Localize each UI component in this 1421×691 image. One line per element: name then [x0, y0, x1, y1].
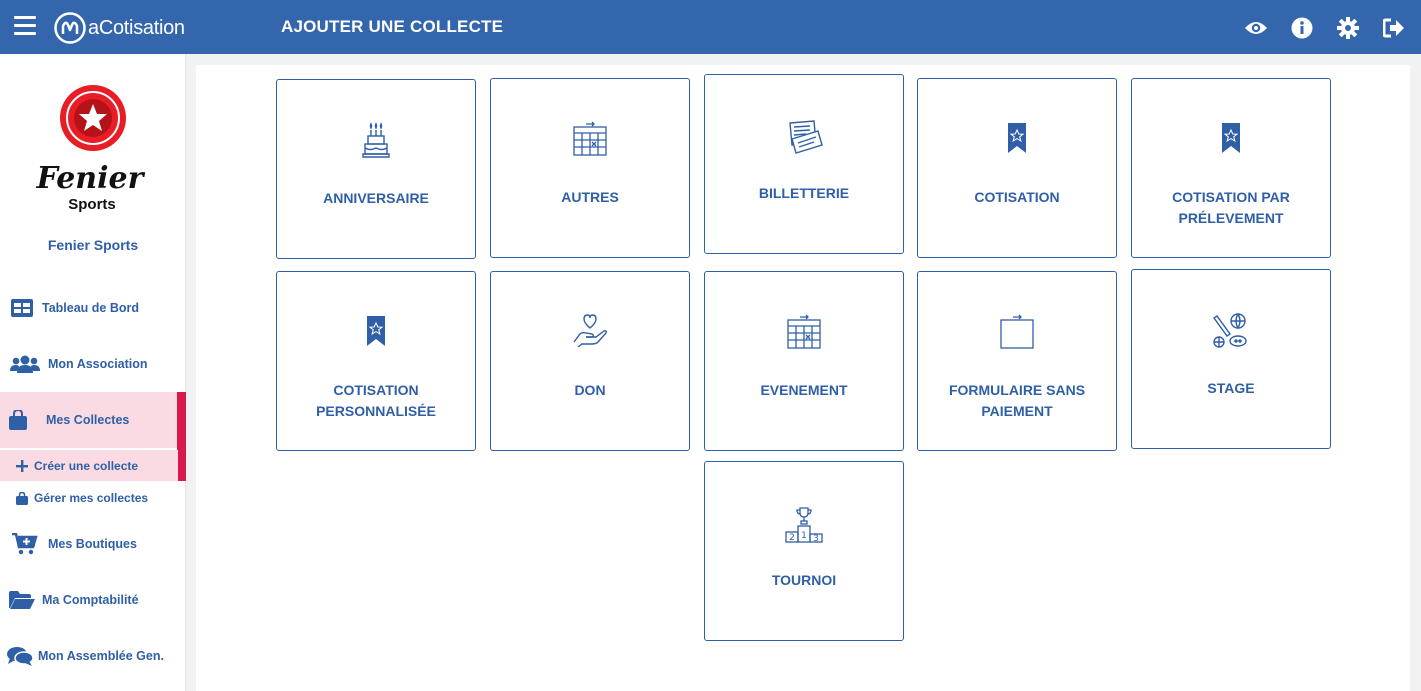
card-label: TOURNOI [771, 572, 837, 588]
svg-text:2: 2 [789, 533, 795, 543]
sidebar-subitem-create[interactable]: Créer une collecte [0, 450, 178, 481]
main-panel: ANNIVERSAIRE AUTRES BILLETTERIE COTISATI… [196, 65, 1410, 691]
dashboard-icon [2, 299, 42, 317]
sidebar-subitem-manage[interactable]: Gérer mes collectes [0, 483, 178, 513]
sidebar-item-label: Mes Collectes [46, 413, 130, 427]
blank-form-icon [918, 314, 1116, 350]
card-label: COTISATION PAR PRÉLEVEMENT [1172, 189, 1290, 226]
sidebar-item-association[interactable]: Mon Association [0, 336, 186, 392]
folder-icon [2, 591, 42, 609]
ticket-icon [705, 117, 903, 157]
sidebar-subitem-label: Créer une collecte [34, 458, 139, 473]
sidebar-item-assemblee[interactable]: Mon Assemblée Gen. [0, 628, 186, 684]
ribbon-star-icon [277, 314, 475, 348]
card-autres[interactable]: AUTRES [490, 78, 690, 258]
card-tournoi[interactable]: 1 2 3 TOURNOI [704, 461, 904, 641]
card-formulaire-sans-paiement[interactable]: FORMULAIRE SANS PAIEMENT [917, 271, 1117, 451]
card-label: EVENEMENT [760, 382, 848, 398]
top-bar: aCotisation AJOUTER UNE COLLECTE [0, 0, 1421, 54]
ribbon-star-icon [1132, 121, 1330, 155]
sidebar-item-label: Mes Boutiques [48, 537, 137, 551]
svg-text:3: 3 [813, 534, 819, 544]
card-label: DON [574, 382, 606, 398]
club-logo: Fenier Sports [30, 84, 154, 214]
card-cotisation-prelevement[interactable]: COTISATION PAR PRÉLEVEMENT [1131, 78, 1331, 258]
svg-text:Sports: Sports [68, 196, 116, 213]
sidebar-item-label: Ma Comptabilité [42, 593, 139, 607]
sidebar: Fenier Sports Fenier Sports Tableau de B… [0, 54, 186, 691]
cake-icon [277, 122, 475, 158]
club-name: Fenier Sports [47, 237, 139, 253]
podium-icon: 1 2 3 [705, 504, 903, 544]
bag-icon [14, 491, 30, 505]
sidebar-item-label: Tableau de Bord [42, 301, 140, 315]
card-label: ANNIVERSAIRE [323, 190, 429, 206]
page-title: AJOUTER UNE COLLECTE [281, 17, 504, 36]
active-indicator [177, 392, 186, 481]
svg-text:Fenier: Fenier [36, 161, 146, 196]
ribbon-star-icon [918, 121, 1116, 155]
sidebar-item-label: Mon Association [48, 357, 148, 371]
logout-icon[interactable] [1371, 15, 1417, 41]
hand-heart-icon [491, 314, 689, 348]
brand-name: aCotisation [88, 16, 185, 39]
comments-icon [2, 646, 38, 666]
app-logo[interactable]: aCotisation [54, 12, 185, 44]
calendar-icon [705, 314, 903, 350]
card-label: FORMULAIRE SANS PAIEMENT [948, 382, 1086, 419]
sidebar-item-collectes[interactable]: Mes Collectes [0, 392, 178, 448]
eye-icon[interactable] [1233, 15, 1279, 41]
cart-icon [2, 533, 48, 555]
card-anniversaire[interactable]: ANNIVERSAIRE [276, 79, 476, 259]
sidebar-item-dashboard[interactable]: Tableau de Bord [0, 280, 186, 336]
sidebar-item-boutiques[interactable]: Mes Boutiques [0, 516, 186, 572]
info-icon[interactable] [1279, 15, 1325, 41]
card-label: COTISATION PERSONNALISÉE [316, 382, 436, 419]
card-cotisation-personnalisee[interactable]: COTISATION PERSONNALISÉE [276, 271, 476, 451]
card-evenement[interactable]: EVENEMENT [704, 271, 904, 451]
sports-icon [1132, 312, 1330, 352]
plus-icon [14, 459, 30, 472]
sidebar-item-comptabilite[interactable]: Ma Comptabilité [0, 572, 186, 628]
calendar-icon [491, 121, 689, 157]
card-cotisation[interactable]: COTISATION [917, 78, 1117, 258]
users-icon [2, 355, 48, 373]
bag-icon [2, 410, 34, 430]
svg-text:1: 1 [801, 531, 807, 541]
card-stage[interactable]: STAGE [1131, 269, 1331, 449]
card-label: AUTRES [561, 189, 619, 205]
card-don[interactable]: DON [490, 271, 690, 451]
sidebar-subitem-label: Gérer mes collectes [34, 491, 149, 505]
gear-icon[interactable] [1325, 15, 1371, 41]
sidebar-item-label: Mon Assemblée Gen. [38, 649, 164, 663]
card-label: STAGE [1207, 380, 1255, 396]
water-drop-logo-icon [54, 12, 86, 44]
hamburger-menu-icon[interactable] [14, 16, 36, 36]
card-label: BILLETTERIE [758, 185, 850, 201]
card-billetterie[interactable]: BILLETTERIE [704, 74, 904, 254]
card-label: COTISATION [974, 189, 1060, 205]
